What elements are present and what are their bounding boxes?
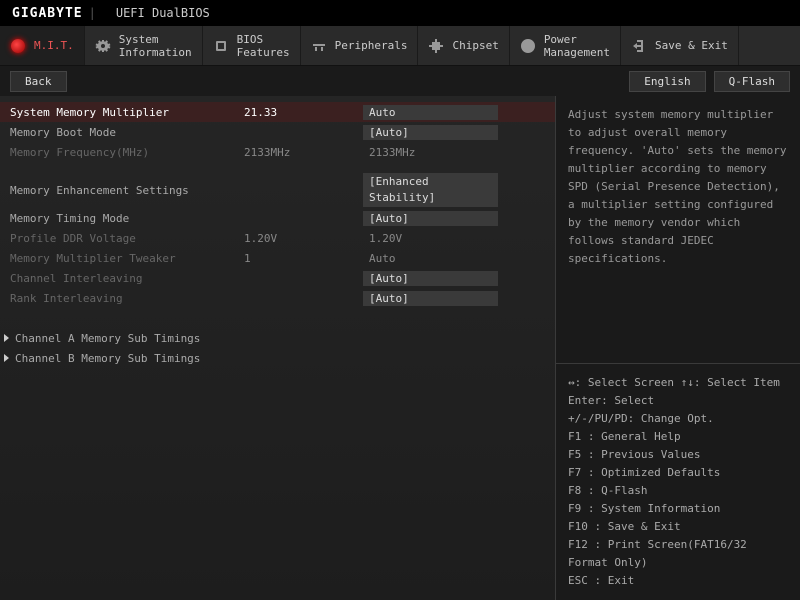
input-rank-interleaving[interactable]: [Auto]: [363, 291, 498, 306]
peripherals-icon: [311, 38, 327, 54]
tab-peripherals[interactable]: Peripherals: [301, 26, 419, 65]
row-memory-multiplier[interactable]: System Memory Multiplier 21.33 Auto: [0, 102, 555, 122]
help-text: Adjust system memory multiplier to adjus…: [556, 96, 800, 363]
mit-dot-icon: [10, 38, 26, 54]
row-boot-mode[interactable]: Memory Boot Mode [Auto]: [0, 122, 555, 142]
chip-icon: [213, 38, 229, 54]
tab-bios-features[interactable]: BIOS Features: [203, 26, 301, 65]
input-boot-mode[interactable]: [Auto]: [363, 125, 498, 140]
input-enhancement[interactable]: [Enhanced Stability]: [363, 173, 498, 207]
toolbar: Back English Q-Flash: [0, 66, 800, 96]
key-legend: ↔: Select Screen ↑↓: Select Item Enter: …: [556, 363, 800, 600]
submenu-channel-a[interactable]: Channel A Memory Sub Timings: [0, 328, 555, 348]
row-memory-frequency: Memory Frequency(MHz) 2133MHz 2133MHz: [0, 142, 555, 162]
row-channel-interleaving[interactable]: Channel Interleaving [Auto]: [0, 268, 555, 288]
submenu-channel-b[interactable]: Channel B Memory Sub Timings: [0, 348, 555, 368]
title-bar: GIGABYTE | UEFI DualBIOS: [0, 0, 800, 26]
brand-sub: UEFI DualBIOS: [116, 6, 210, 20]
qflash-button[interactable]: Q-Flash: [714, 71, 790, 92]
gear-icon: [95, 38, 111, 54]
tab-chipset[interactable]: Chipset: [418, 26, 509, 65]
tab-system-info[interactable]: System Information: [85, 26, 203, 65]
row-multiplier-tweaker: Memory Multiplier Tweaker 1 Auto: [0, 248, 555, 268]
row-rank-interleaving[interactable]: Rank Interleaving [Auto]: [0, 288, 555, 308]
main-tabs: M.I.T. System Information BIOS Features …: [0, 26, 800, 66]
input-channel-interleaving[interactable]: [Auto]: [363, 271, 498, 286]
row-timing-mode[interactable]: Memory Timing Mode [Auto]: [0, 208, 555, 228]
row-enhancement[interactable]: Memory Enhancement Settings [Enhanced St…: [0, 172, 555, 208]
triangle-icon: [4, 334, 9, 342]
settings-panel: System Memory Multiplier 21.33 Auto Memo…: [0, 96, 555, 600]
language-button[interactable]: English: [629, 71, 705, 92]
tab-mit[interactable]: M.I.T.: [0, 26, 85, 65]
row-ddr-voltage: Profile DDR Voltage 1.20V 1.20V: [0, 228, 555, 248]
tab-power[interactable]: Power Management: [510, 26, 621, 65]
brand-logo: GIGABYTE: [12, 6, 83, 21]
tab-save-exit[interactable]: Save & Exit: [621, 26, 739, 65]
input-memory-multiplier[interactable]: Auto: [363, 105, 498, 120]
back-button[interactable]: Back: [10, 71, 67, 92]
input-timing-mode[interactable]: [Auto]: [363, 211, 498, 226]
triangle-icon: [4, 354, 9, 362]
chipset-icon: [428, 38, 444, 54]
exit-icon: [631, 38, 647, 54]
power-icon: [520, 38, 536, 54]
